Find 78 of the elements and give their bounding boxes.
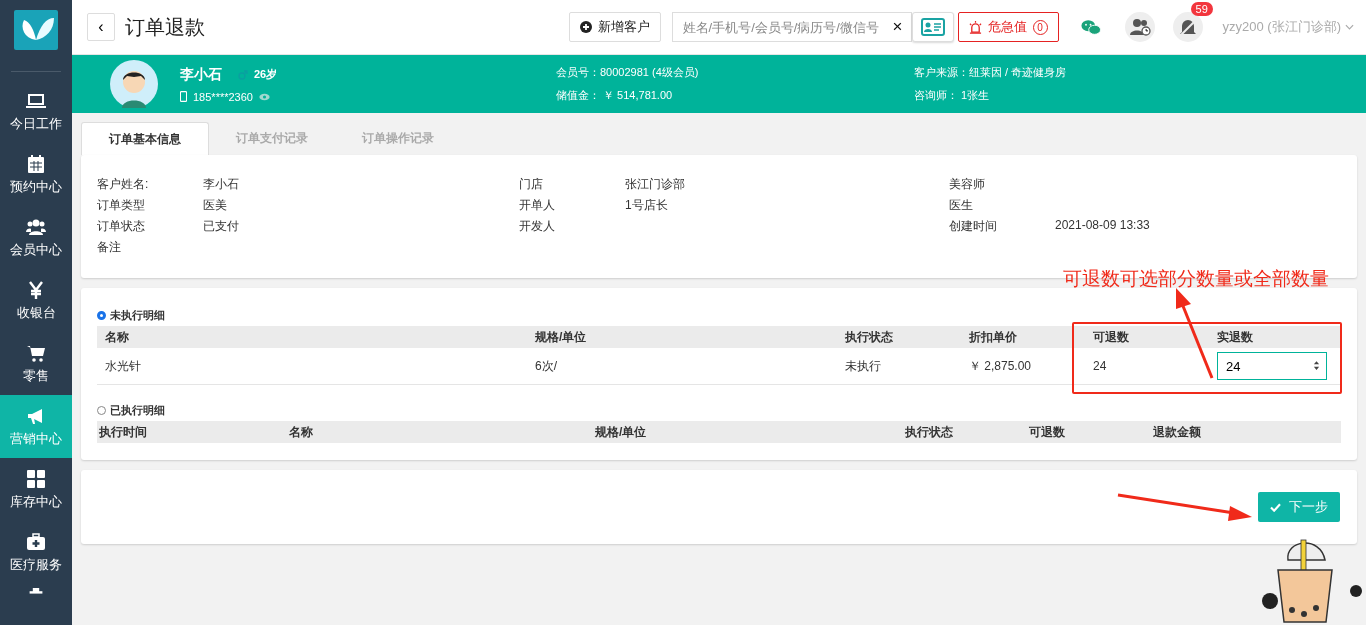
field-label: 订单状态 — [97, 218, 146, 235]
alarm-icon — [968, 20, 982, 34]
menu-item-icon[interactable] — [28, 588, 44, 596]
sidebar-item[interactable]: 零售 — [0, 332, 72, 395]
column-header: 名称 — [289, 423, 314, 441]
column-header: 规格/单位 — [535, 328, 588, 346]
id-card-button[interactable] — [911, 12, 954, 42]
id-card-icon — [920, 18, 945, 36]
column-header: 执行状态 — [845, 328, 894, 346]
field-value: 已支付 — [203, 218, 239, 235]
bell-off-icon — [1178, 17, 1197, 37]
customer-field: 会员号：80002981 (4级会员) — [556, 65, 914, 80]
sidebar-item[interactable]: 会员中心 — [0, 206, 72, 269]
field-label: 备注 — [97, 239, 122, 256]
phone-icon — [180, 91, 187, 102]
field-value: 1号店长 — [625, 197, 668, 214]
table-cell-text: 水光针 — [105, 357, 142, 375]
spinner-icon[interactable] — [1313, 360, 1320, 371]
table-cell-text: 6次/ — [535, 357, 558, 375]
critical-value-button[interactable]: 危急值 0 — [957, 12, 1059, 42]
annotation-text: 可退数可选部分数量或全部数量 — [1063, 267, 1329, 291]
calendar-icon — [26, 153, 46, 174]
customer-field: 储值金： ￥ 514,781.00 — [556, 88, 914, 103]
field-label: 门店 — [519, 176, 544, 193]
column-header: 规格/单位 — [595, 423, 648, 441]
group-button[interactable] — [1124, 12, 1155, 42]
field-value: 李小石 — [203, 176, 239, 193]
page-title: 订单退款 — [125, 14, 205, 40]
column-header: 折扣单价 — [969, 328, 1018, 346]
field-label: 医生 — [949, 197, 974, 214]
back-button[interactable]: ‹ — [87, 13, 115, 41]
customer-field: 咨询师： 1张生 — [914, 88, 1214, 103]
customer-field: 客户来源：纽莱因 / 奇迹健身房 — [914, 65, 1214, 80]
field-value: 张江门诊部 — [625, 176, 685, 193]
grid-icon — [26, 468, 46, 489]
users-clock-icon — [1128, 18, 1151, 36]
customer-name: 李小石 — [180, 65, 222, 84]
table-cell-text: ￥ 2,875.00 — [969, 357, 1033, 375]
sidebar-item[interactable]: 医疗服务 — [0, 521, 72, 584]
medkit-icon — [26, 531, 46, 552]
search-field[interactable]: 姓名/手机号/会员号/病历号/微信号 × — [671, 12, 912, 42]
executed-radio[interactable]: 已执行明细 — [97, 399, 1341, 421]
column-header: 名称 — [105, 328, 130, 346]
table-cell-text: 24 — [1093, 359, 1108, 373]
customer-age: 26岁 — [254, 67, 278, 82]
notification-button[interactable] — [1172, 12, 1203, 42]
check-icon — [1270, 502, 1281, 512]
column-header: 执行时间 — [99, 423, 148, 441]
sidebar-item[interactable]: 今日工作 — [0, 80, 72, 143]
sidebar-item[interactable]: 库存中心 — [0, 458, 72, 521]
logo-icon — [14, 10, 58, 50]
field-label: 开单人 — [519, 197, 556, 214]
avatar-icon — [110, 60, 158, 108]
clear-button[interactable]: × — [892, 17, 903, 37]
column-header: 实退数 — [1217, 328, 1254, 346]
column-header: 执行状态 — [905, 423, 954, 441]
field-value: 2021-08-09 13:33 — [1055, 218, 1150, 234]
column-header: 可退数 — [1029, 423, 1066, 441]
sidebar-item[interactable]: 收银台 — [0, 269, 72, 332]
plus-icon — [579, 21, 592, 33]
tab[interactable]: 订单基本信息 — [81, 122, 209, 155]
field-value: 医美 — [203, 197, 227, 214]
unexecuted-radio[interactable]: 未执行明细 — [97, 304, 1341, 326]
column-header: 退款金额 — [1153, 423, 1202, 441]
field-label: 客户姓名: — [97, 176, 150, 193]
field-label: 创建时间 — [949, 218, 998, 235]
chat-icon[interactable] — [1080, 18, 1101, 36]
notification-badge: 59 — [1190, 2, 1213, 16]
field-label: 开发人 — [519, 218, 556, 235]
column-header: 可退数 — [1093, 328, 1130, 346]
add-customer-button[interactable]: 新增客户 — [568, 12, 661, 42]
field-label: 订单类型 — [97, 197, 146, 214]
yen-icon — [26, 279, 46, 300]
customer-phone: 185****2360 — [193, 90, 253, 103]
refund-quantity-field[interactable]: 24 — [1217, 352, 1327, 380]
table-cell-text: 未执行 — [845, 357, 882, 375]
sidebar-item[interactable]: 预约中心 — [0, 143, 72, 206]
field-label: 美容师 — [949, 176, 986, 193]
